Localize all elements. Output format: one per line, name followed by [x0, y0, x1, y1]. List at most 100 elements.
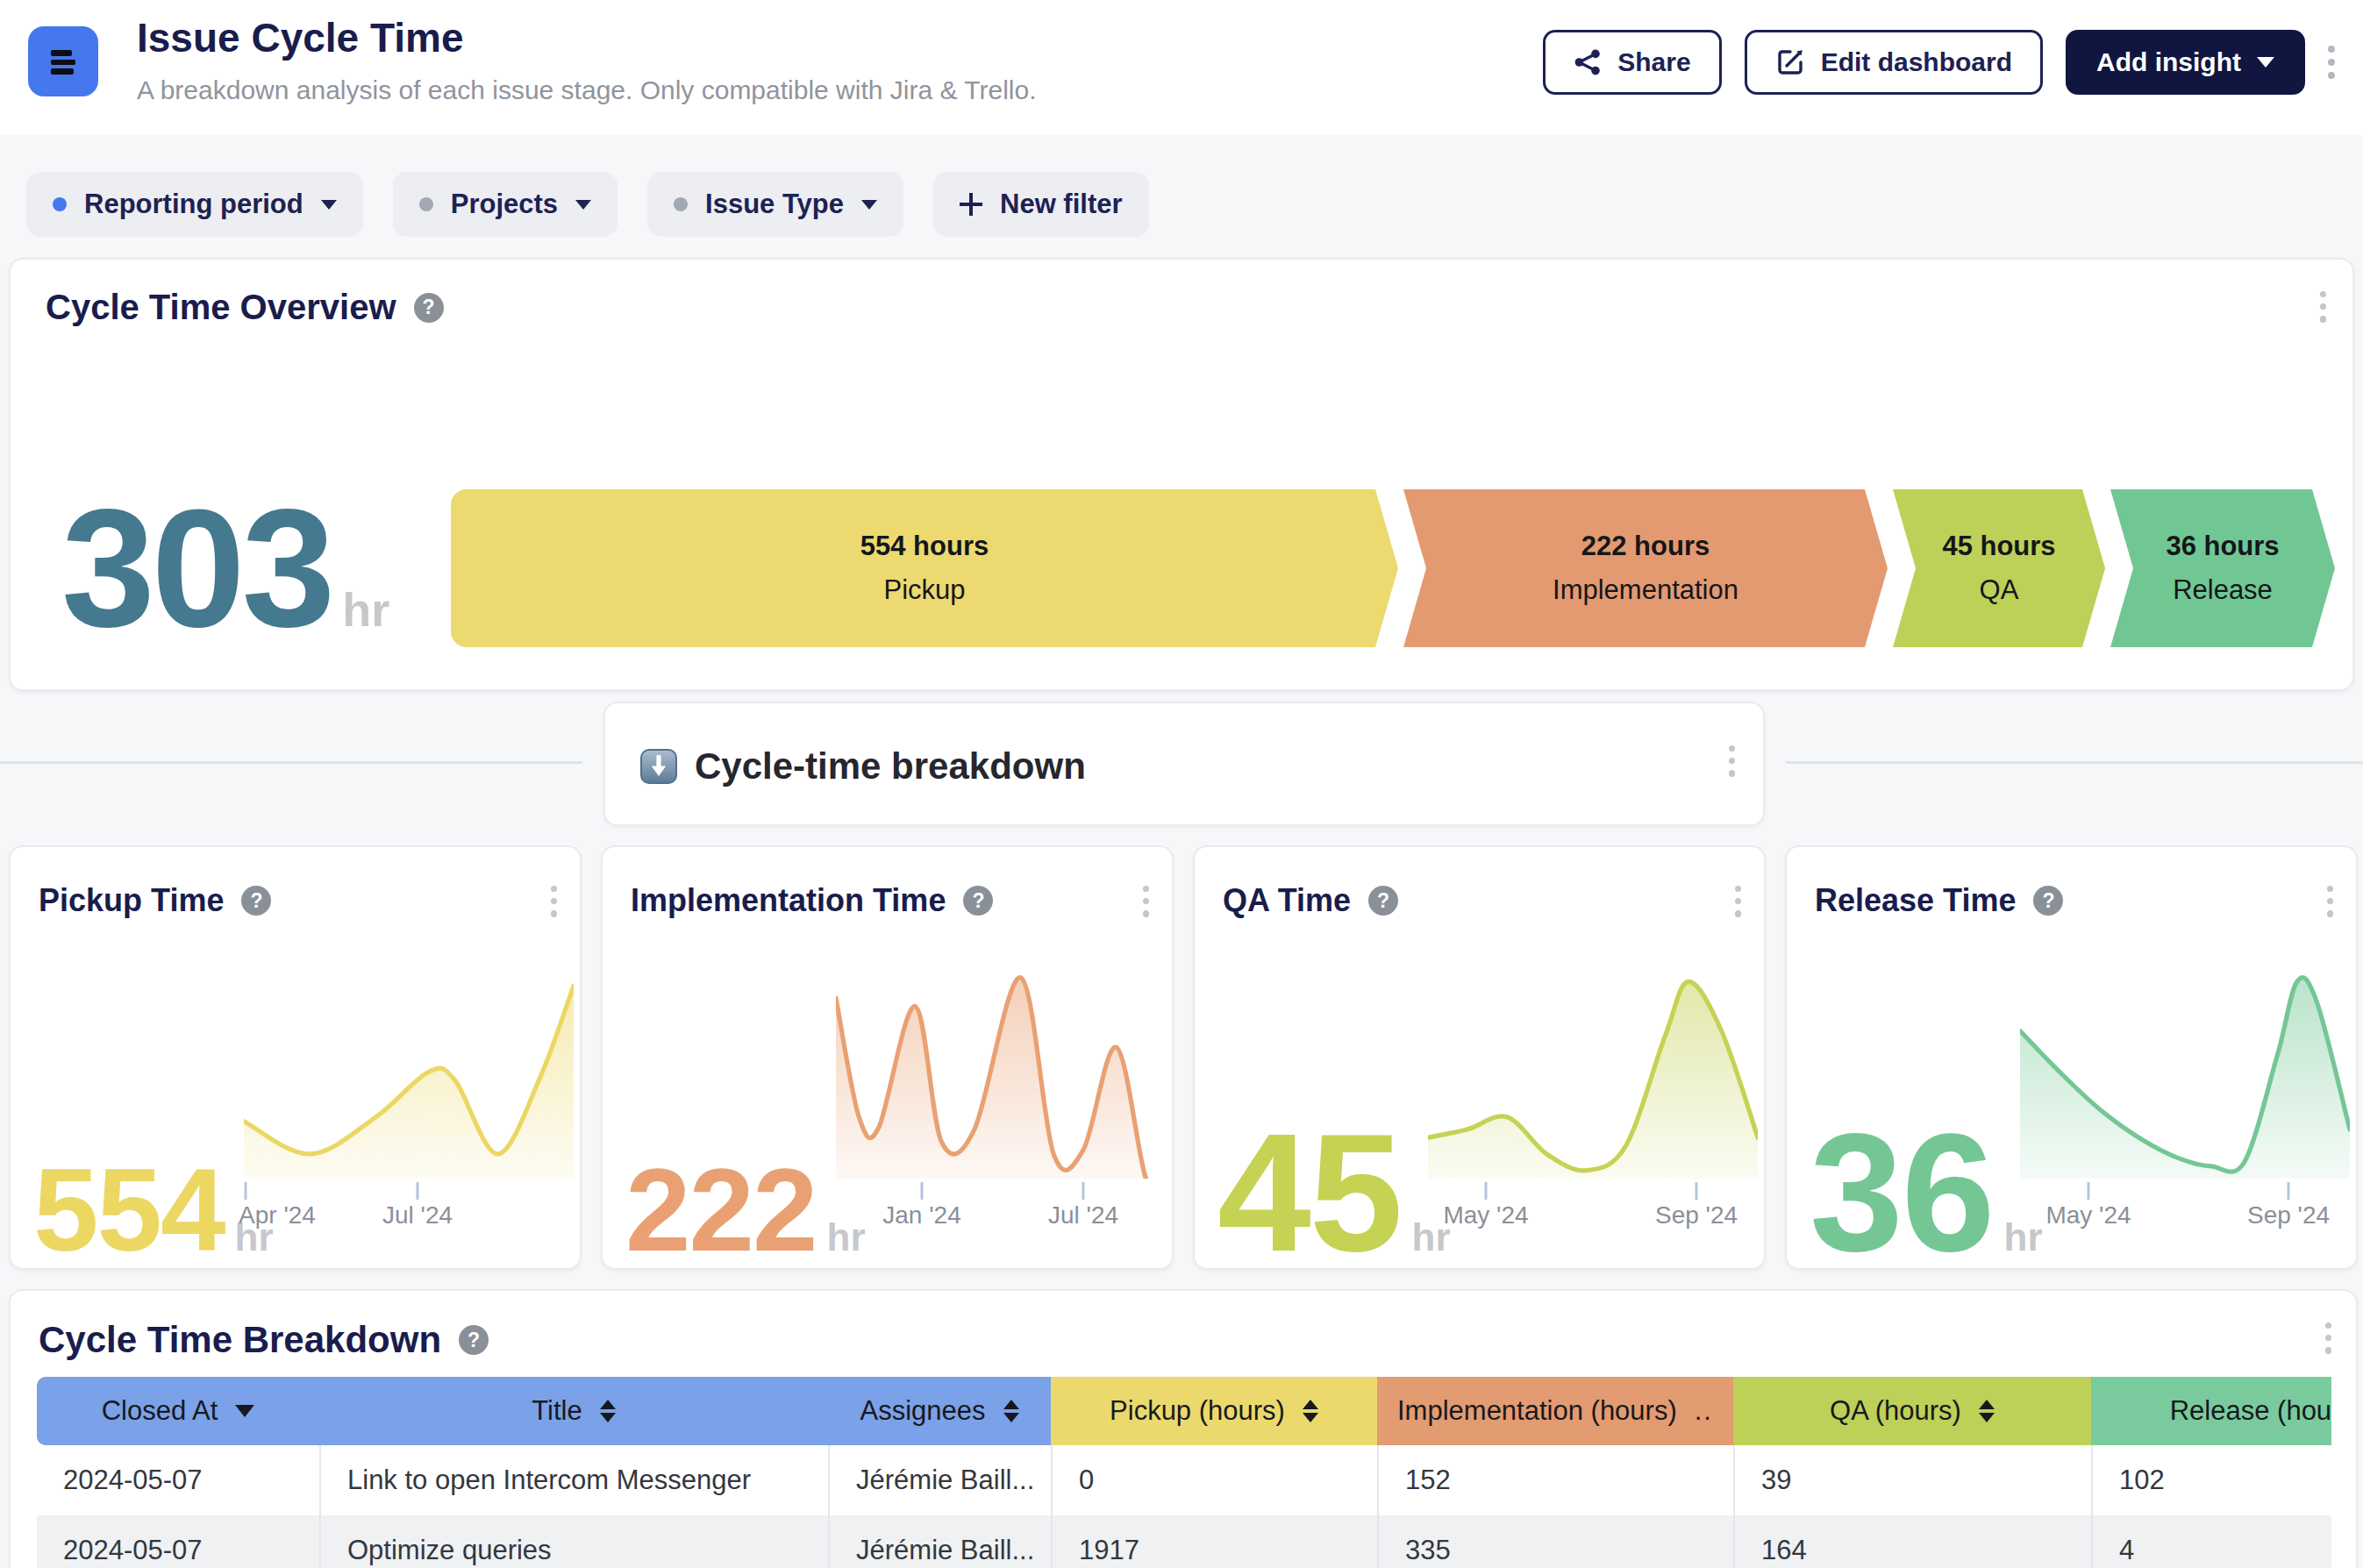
- release-time-card: Release Time ? 36 hr May '24 Sep '24: [1785, 845, 2358, 1270]
- help-icon[interactable]: ?: [2033, 886, 2063, 916]
- metric-card-title: Implementation Time: [631, 882, 946, 919]
- cycle-stage-funnel: 554 hoursPickup222 hoursImplementation45…: [451, 489, 2335, 647]
- axis-tick: [417, 1182, 419, 1200]
- section-divider-right: [1786, 761, 2363, 764]
- implementation-time-card: Implementation Time ? 222 hr Jan '24 Jul…: [601, 845, 1174, 1270]
- cell-title: Optimize queries: [319, 1515, 828, 1568]
- add-insight-button[interactable]: Add insight: [2066, 30, 2305, 95]
- x-axis-label: Sep '24: [1655, 1201, 1738, 1229]
- axis-tick: [245, 1182, 247, 1200]
- table-row[interactable]: 2024-05-07Link to open Intercom Messenge…: [37, 1445, 2331, 1515]
- cell-pickup-hours-: 0: [1051, 1445, 1377, 1515]
- cycle-time-breakdown-table-card: Cycle Time Breakdown ? Closed AtTitleAss…: [9, 1289, 2358, 1568]
- cell-release-hours-: 102: [2091, 1445, 2331, 1515]
- metric-unit: hr: [827, 1215, 866, 1259]
- x-axis-label: May '24: [1443, 1201, 1528, 1229]
- sort-icon: [600, 1400, 616, 1422]
- metric-card-more-menu[interactable]: [2327, 886, 2333, 917]
- filter-dot: [53, 197, 67, 211]
- total-cycle-time-value: 303: [61, 508, 332, 629]
- sort-icon: [1303, 1400, 1318, 1422]
- cell-qa-hours-: 39: [1733, 1445, 2091, 1515]
- metric-value: 222: [625, 1168, 817, 1252]
- axis-tick: [1082, 1182, 1085, 1200]
- metric-card-more-menu[interactable]: [551, 886, 557, 917]
- x-axis-label: Apr '24: [239, 1201, 316, 1229]
- metric-card-title: Pickup Time: [39, 882, 224, 919]
- overview-more-menu[interactable]: [2320, 291, 2326, 323]
- pickup-time-card: Pickup Time ? 554 hr Apr '24 Jul '24: [9, 845, 582, 1270]
- filter-pill-reporting-period[interactable]: Reporting period: [26, 172, 363, 237]
- section-divider-left: [0, 761, 582, 764]
- share-button[interactable]: Share: [1543, 30, 1721, 95]
- edit-dashboard-button[interactable]: Edit dashboard: [1745, 30, 2043, 95]
- filter-pill-projects[interactable]: Projects: [393, 172, 618, 237]
- header-more-menu[interactable]: [2328, 46, 2335, 79]
- sort-icon-truncated: ..: [1695, 1395, 1713, 1427]
- axis-tick: [1485, 1182, 1488, 1200]
- funnel-stage-qa: 45 hoursQA: [1893, 489, 2105, 647]
- funnel-stage-implementation: 222 hoursImplementation: [1403, 489, 1888, 647]
- chevron-down-icon: [575, 200, 591, 210]
- column-header-title[interactable]: Title: [319, 1377, 828, 1445]
- total-cycle-time-unit: hr: [342, 582, 389, 637]
- funnel-stage-pickup: 554 hoursPickup: [451, 489, 1398, 647]
- metric-value: 554: [33, 1168, 225, 1252]
- help-icon[interactable]: ?: [459, 1325, 489, 1355]
- down-arrow-emoji-icon: [640, 749, 677, 784]
- column-header-qa-hours-[interactable]: QA (hours): [1733, 1377, 2091, 1445]
- metric-card-more-menu[interactable]: [1735, 886, 1741, 917]
- sort-icon: [1979, 1400, 1995, 1422]
- column-header-assignees[interactable]: Assignees: [828, 1377, 1051, 1445]
- new-filter-button[interactable]: New filter: [933, 172, 1149, 237]
- help-icon[interactable]: ?: [963, 886, 993, 916]
- help-icon[interactable]: ?: [414, 293, 444, 323]
- breakdown-table: Closed AtTitleAssigneesPickup (hours)Imp…: [37, 1377, 2331, 1568]
- edit-icon: [1775, 47, 1805, 77]
- cell-assignees: Jérémie Baill...: [828, 1515, 1051, 1568]
- metric-value: 45: [1217, 1132, 1402, 1253]
- chevron-down-icon: [321, 200, 337, 210]
- metric-sparkline-chart: [2020, 973, 2350, 1179]
- cell-assignees: Jérémie Baill...: [828, 1445, 1051, 1515]
- axis-tick: [2288, 1182, 2290, 1200]
- top-bar: Issue Cycle Time A breakdown analysis of…: [0, 0, 2363, 135]
- chevron-down-icon: [2257, 57, 2274, 68]
- dashboard-logo-icon[interactable]: [28, 26, 98, 96]
- axis-tick: [2088, 1182, 2090, 1200]
- cell-title: Link to open Intercom Messenger: [319, 1445, 828, 1515]
- x-axis-label: Jan '24: [882, 1201, 960, 1229]
- help-icon[interactable]: ?: [1368, 886, 1398, 916]
- breakdown-banner-title: Cycle-time breakdown: [695, 745, 1086, 788]
- filter-bar: Reporting period Projects Issue Type New fi…: [26, 172, 1149, 237]
- metric-unit: hr: [2004, 1215, 2043, 1259]
- x-axis-label: Jul '24: [382, 1201, 453, 1229]
- filter-dot: [674, 197, 688, 211]
- column-header-closed-at[interactable]: Closed At: [37, 1377, 319, 1445]
- funnel-stage-release: 36 hoursRelease: [2110, 489, 2335, 647]
- table-title: Cycle Time Breakdown: [39, 1319, 441, 1361]
- breakdown-banner-more-menu[interactable]: [1729, 745, 1735, 777]
- metric-value: 36: [1810, 1132, 1994, 1253]
- page-title: Issue Cycle Time: [137, 14, 463, 61]
- cell-qa-hours-: 164: [1733, 1515, 2091, 1568]
- x-axis-label: May '24: [2045, 1201, 2131, 1229]
- table-row[interactable]: 2024-05-07Optimize queriesJérémie Baill.…: [37, 1515, 2331, 1568]
- column-header-release-hours-[interactable]: Release (hours): [2091, 1377, 2331, 1445]
- table-more-menu[interactable]: [2325, 1322, 2331, 1354]
- column-header-pickup-hours-[interactable]: Pickup (hours): [1051, 1377, 1377, 1445]
- cell-closed-at: 2024-05-07: [37, 1445, 319, 1515]
- qa-time-card: QA Time ? 45 hr May '24 Sep '24: [1193, 845, 1766, 1270]
- cycle-time-overview-card: Cycle Time Overview ? 303 hr 554 hoursPi…: [9, 258, 2354, 691]
- metric-card-more-menu[interactable]: [1143, 886, 1149, 917]
- x-axis-label: Sep '24: [2247, 1201, 2330, 1229]
- cell-implementation-hours-: 335: [1377, 1515, 1733, 1568]
- metric-card-title: QA Time: [1223, 882, 1351, 919]
- axis-tick: [1696, 1182, 1698, 1200]
- cell-pickup-hours-: 1917: [1051, 1515, 1377, 1568]
- metric-cards-row: Pickup Time ? 554 hr Apr '24 Jul '24 Imp…: [9, 845, 2358, 1270]
- help-icon[interactable]: ?: [241, 886, 271, 916]
- column-header-implementation-hours-[interactable]: Implementation (hours)..: [1377, 1377, 1733, 1445]
- x-axis-label: Jul '24: [1048, 1201, 1118, 1229]
- filter-pill-issue-type[interactable]: Issue Type: [647, 172, 903, 237]
